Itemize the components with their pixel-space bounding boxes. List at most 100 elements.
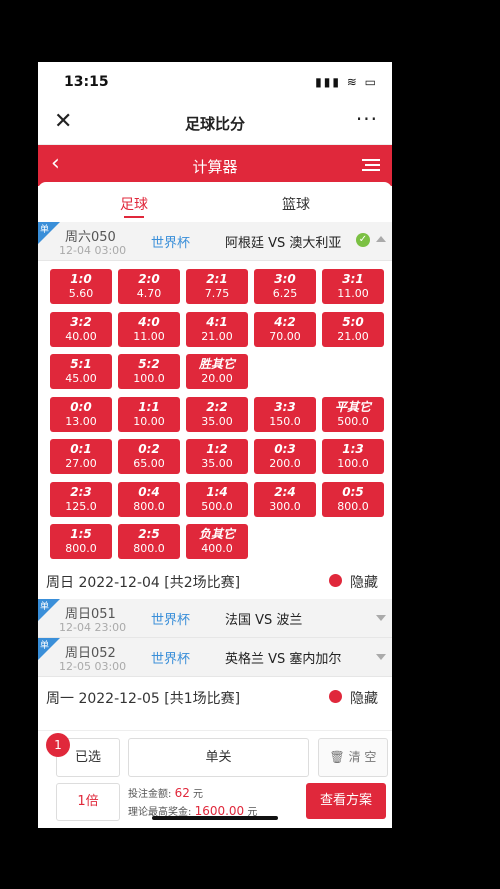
- hide-toggle[interactable]: 隐藏: [350, 572, 378, 592]
- score-odds-cell[interactable]: 4:0 11.00: [118, 311, 180, 347]
- score-label: 0:1: [70, 442, 92, 456]
- checkmark-icon: ✓: [356, 233, 370, 247]
- score-odds-cell[interactable]: 1:3 100.0: [322, 439, 384, 474]
- score-odds-cell[interactable]: 3:3 150.0: [254, 396, 316, 432]
- page-title: 足球比分: [184, 115, 245, 133]
- expand-arrow-icon[interactable]: [376, 615, 386, 621]
- odds-value: 27.00: [65, 457, 97, 470]
- odds-value: 5.60: [68, 287, 94, 300]
- odds-value: 800.0: [337, 499, 369, 513]
- sport-tabs: 足球 篮球: [38, 182, 392, 222]
- score-label: 4:1: [206, 314, 228, 329]
- match-row[interactable]: 单 周日052 12-05 03:00 世界杯 英格兰 VS 塞内加尔: [38, 638, 392, 677]
- score-odds-cell[interactable]: 4:1 21.00: [186, 311, 248, 347]
- score-odds-cell[interactable]: 2:5 800.0: [118, 524, 180, 559]
- score-label: 2:3: [70, 484, 92, 499]
- odds-value: 300.0: [269, 499, 301, 513]
- score-label: 0:5: [342, 484, 364, 499]
- score-odds-cell[interactable]: 2:2 35.00: [186, 396, 248, 432]
- tab-football[interactable]: 足球: [120, 194, 148, 214]
- hide-toggle[interactable]: 隐藏: [350, 688, 378, 708]
- score-odds-cell[interactable]: 0:3 200.0: [254, 439, 316, 474]
- selected-match-row[interactable]: 单 周六050 12-04 03:00 世界杯 阿根廷 VS 澳大利亚 ✓: [38, 222, 392, 261]
- stake-value: 62: [174, 786, 190, 800]
- clear-label: 清 空: [348, 750, 377, 764]
- score-odds-cell[interactable]: 0:1 27.00: [50, 439, 112, 474]
- score-odds-cell[interactable]: 0:5 800.0: [322, 481, 384, 517]
- score-odds-cell[interactable]: 0:4 800.0: [118, 481, 180, 517]
- match-day: 周六050: [65, 230, 116, 245]
- score-odds-cell[interactable]: 2:3 125.0: [50, 481, 112, 517]
- score-odds-cell[interactable]: 1:2 35.00: [186, 439, 248, 474]
- match-teams: 法国 VS 波兰: [225, 613, 303, 628]
- score-odds-cell[interactable]: 4:2 70.00: [254, 311, 316, 347]
- score-odds-cell[interactable]: 2:1 7.75: [186, 269, 248, 304]
- score-label: 0:3: [274, 442, 296, 456]
- score-odds-cell[interactable]: 3:2 40.00: [50, 311, 112, 347]
- score-odds-cell[interactable]: 3:1 11.00: [322, 269, 384, 304]
- single-pass-button[interactable]: 单关: [128, 738, 309, 777]
- score-odds-cell[interactable]: 5:1 45.00: [50, 354, 112, 389]
- score-label: 负其它: [198, 527, 235, 541]
- score-odds-cell[interactable]: 胜其它 20.00: [186, 354, 248, 389]
- score-odds-cell[interactable]: 5:0 21.00: [322, 311, 384, 347]
- nav-bar: ✕ 足球比分 ···: [38, 102, 392, 145]
- score-label: 平其它: [334, 399, 371, 414]
- score-odds-cell[interactable]: 负其它 400.0: [186, 524, 248, 559]
- day-header-title: 周一 2022-12-05 [共1场比赛]: [46, 691, 241, 707]
- hide-dot-icon[interactable]: [329, 690, 342, 703]
- odds-value: 200.0: [269, 457, 301, 470]
- day-header-sunday: 周日 2022-12-04 [共2场比赛] 隐藏: [38, 561, 392, 599]
- score-odds-cell[interactable]: 2:0 4.70: [118, 269, 180, 304]
- score-label: 1:1: [138, 399, 160, 414]
- score-odds-cell[interactable]: 5:2 100.0: [118, 354, 180, 389]
- score-odds-cell[interactable]: 1:5 800.0: [50, 524, 112, 559]
- odds-value: 35.00: [201, 414, 233, 428]
- score-label: 3:0: [274, 272, 296, 286]
- clear-button[interactable]: 🗑 清 空: [318, 738, 388, 777]
- odds-value: 70.00: [269, 329, 301, 343]
- odds-value: 10.00: [133, 414, 165, 428]
- score-label: 0:0: [70, 399, 92, 414]
- signal-wifi-battery-icon: ▮▮▮ ≋ ▭: [315, 75, 378, 89]
- score-label: 4:2: [274, 314, 296, 329]
- score-label: 3:1: [342, 272, 364, 286]
- bet-footer: 1 已选 单关 🗑 清 空 1倍 投注金额: 62 元 理论最高奖金: 1600…: [38, 730, 392, 828]
- hide-dot-icon[interactable]: [329, 574, 342, 587]
- more-icon[interactable]: ···: [356, 107, 378, 131]
- score-odds-cell[interactable]: 2:4 300.0: [254, 481, 316, 517]
- score-label: 0:4: [138, 484, 160, 499]
- score-label: 2:4: [274, 484, 296, 499]
- odds-value: 65.00: [133, 457, 165, 470]
- match-day: 周日052: [65, 646, 116, 661]
- score-odds-cell[interactable]: 1:0 5.60: [50, 269, 112, 304]
- tab-basketball[interactable]: 篮球: [282, 194, 310, 214]
- collapse-arrow-icon[interactable]: [376, 236, 386, 242]
- score-odds-cell[interactable]: 3:0 6.25: [254, 269, 316, 304]
- score-odds-cell[interactable]: 0:0 13.00: [50, 396, 112, 432]
- score-odds-cell[interactable]: 0:2 65.00: [118, 439, 180, 474]
- score-label: 1:4: [206, 484, 228, 499]
- multiplier-button[interactable]: 1倍: [56, 783, 120, 821]
- match-league: 世界杯: [151, 652, 191, 667]
- score-odds-grid: 1:0 5.60 2:0 4.70 2:1 7.75 3:0 6.25 3:1 11.00 3:2 4…: [38, 261, 392, 561]
- match-row[interactable]: 单 周日051 12-04 23:00 世界杯 法国 VS 波兰: [38, 599, 392, 638]
- day-header-title: 周日 2022-12-04 [共2场比赛]: [46, 575, 241, 591]
- odds-value: 40.00: [65, 329, 97, 343]
- menu-icon[interactable]: [362, 156, 380, 174]
- single-badge-label: 单: [40, 641, 50, 651]
- expand-arrow-icon[interactable]: [376, 654, 386, 660]
- phone-screen: 13:15 ▮▮▮ ≋ ▭ ✕ 足球比分 ··· ‹ 计算器 足球 篮球 单 周…: [38, 62, 392, 828]
- selected-count-badge: 1: [46, 733, 70, 757]
- score-odds-cell[interactable]: 1:4 500.0: [186, 481, 248, 517]
- odds-value: 100.0: [133, 372, 165, 385]
- odds-value: 100.0: [337, 457, 369, 470]
- match-date: 12-04 03:00: [59, 244, 127, 257]
- status-bar: 13:15 ▮▮▮ ≋ ▭: [38, 62, 392, 102]
- score-label: 4:0: [138, 314, 160, 329]
- score-odds-cell[interactable]: 平其它 500.0: [322, 396, 384, 432]
- score-label: 5:2: [138, 357, 160, 371]
- score-odds-cell[interactable]: 1:1 10.00: [118, 396, 180, 432]
- view-plan-button[interactable]: 查看方案: [306, 783, 386, 819]
- odds-value: 400.0: [201, 542, 233, 555]
